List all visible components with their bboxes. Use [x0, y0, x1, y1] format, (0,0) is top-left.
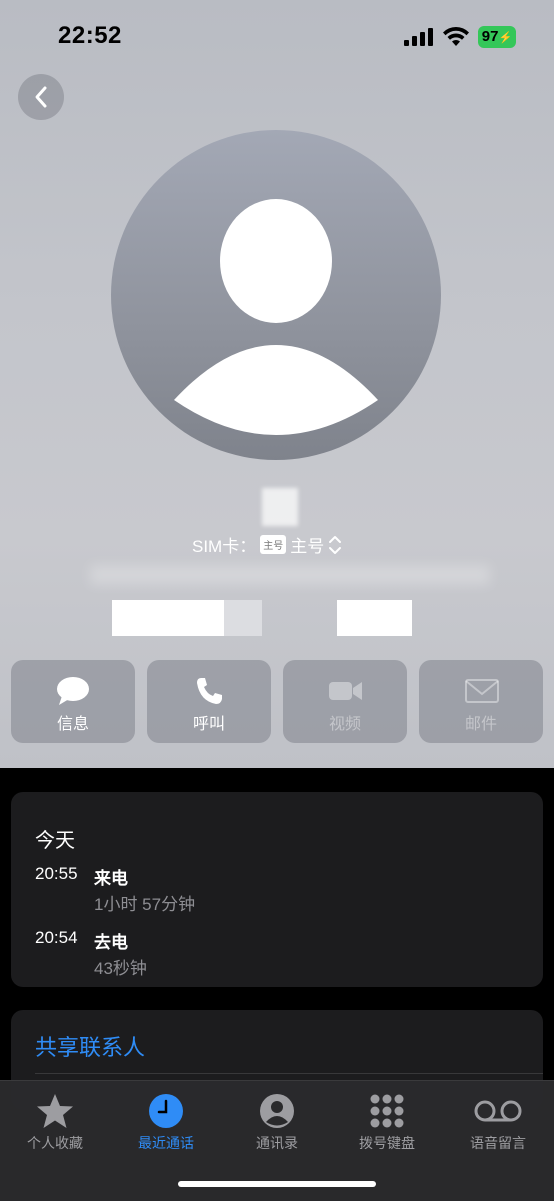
sim-prefix: SIM卡：	[192, 537, 257, 556]
mail-label: 邮件	[464, 716, 497, 733]
battery-indicator: 97⚡	[478, 26, 516, 48]
redacted-block	[112, 600, 224, 636]
redacted-number	[90, 565, 490, 585]
sim-selector[interactable]: SIM卡： 主号 主号	[192, 532, 342, 557]
tab-keypad[interactable]: 拨号键盘	[332, 1093, 442, 1153]
call-type: 去电	[94, 933, 128, 952]
tab-contacts[interactable]: 通讯录	[222, 1093, 332, 1153]
call-time: 20:55	[35, 864, 78, 883]
cellular-signal-icon	[404, 28, 433, 46]
mail-icon	[465, 679, 499, 703]
person-silhouette-icon	[174, 199, 378, 435]
redacted-block	[224, 600, 262, 636]
tab-voicemail[interactable]: 语音留言	[443, 1093, 553, 1153]
mail-button[interactable]: 邮件	[419, 660, 543, 743]
message-label: 信息	[56, 716, 89, 733]
person-circle-icon	[260, 1094, 294, 1128]
video-icon	[329, 682, 362, 700]
call-duration: 43秒钟	[94, 959, 147, 978]
contact-header: 22:52 97⚡ SIM卡： 主号 主号 信息 呼叫 视频 邮件	[0, 0, 554, 768]
call-time: 20:54	[35, 928, 78, 947]
divider	[35, 1073, 543, 1074]
chevron-updown-icon	[329, 535, 342, 554]
video-button[interactable]: 视频	[283, 660, 407, 743]
tab-recents[interactable]: 最近通话	[111, 1093, 221, 1153]
sim-badge: 主号	[260, 535, 287, 554]
history-heading: 今天	[35, 830, 75, 852]
call-duration: 1小时 57分钟	[94, 895, 196, 914]
tab-label: 语音留言	[470, 1135, 526, 1151]
tab-label: 拨号键盘	[359, 1135, 415, 1151]
clock-icon	[149, 1094, 183, 1128]
message-icon	[57, 677, 89, 705]
video-label: 视频	[328, 716, 361, 733]
contact-avatar	[111, 130, 441, 460]
home-indicator[interactable]	[178, 1181, 376, 1187]
call-button[interactable]: 呼叫	[147, 660, 271, 743]
back-button[interactable]	[18, 74, 64, 120]
call-history-card: 今天 20:55 来电 1小时 57分钟 20:54 去电 43秒钟	[11, 792, 543, 987]
battery-level: 97	[481, 28, 499, 45]
tab-label: 最近通话	[138, 1135, 194, 1151]
voicemail-icon	[474, 1100, 522, 1122]
chevron-left-icon	[35, 86, 47, 108]
redacted-block	[337, 600, 412, 636]
tab-label: 通讯录	[256, 1135, 298, 1151]
star-icon	[37, 1094, 73, 1128]
phone-icon	[197, 678, 222, 704]
message-button[interactable]: 信息	[11, 660, 135, 743]
tab-favorites[interactable]: 个人收藏	[0, 1093, 110, 1153]
charging-bolt-icon: ⚡	[498, 32, 513, 44]
status-time: 22:52	[58, 22, 122, 49]
share-contact-link[interactable]: 共享联系人	[35, 1030, 145, 1062]
action-buttons: 信息 呼叫 视频 邮件	[11, 660, 543, 744]
wifi-icon	[443, 26, 469, 46]
call-type: 来电	[94, 869, 128, 888]
sim-label: 主号	[290, 537, 325, 556]
redacted-name	[262, 488, 298, 526]
call-label: 呼叫	[192, 716, 225, 733]
keypad-icon	[370, 1094, 404, 1128]
status-bar: 22:52 97⚡	[0, 0, 554, 70]
tab-label: 个人收藏	[27, 1135, 83, 1151]
